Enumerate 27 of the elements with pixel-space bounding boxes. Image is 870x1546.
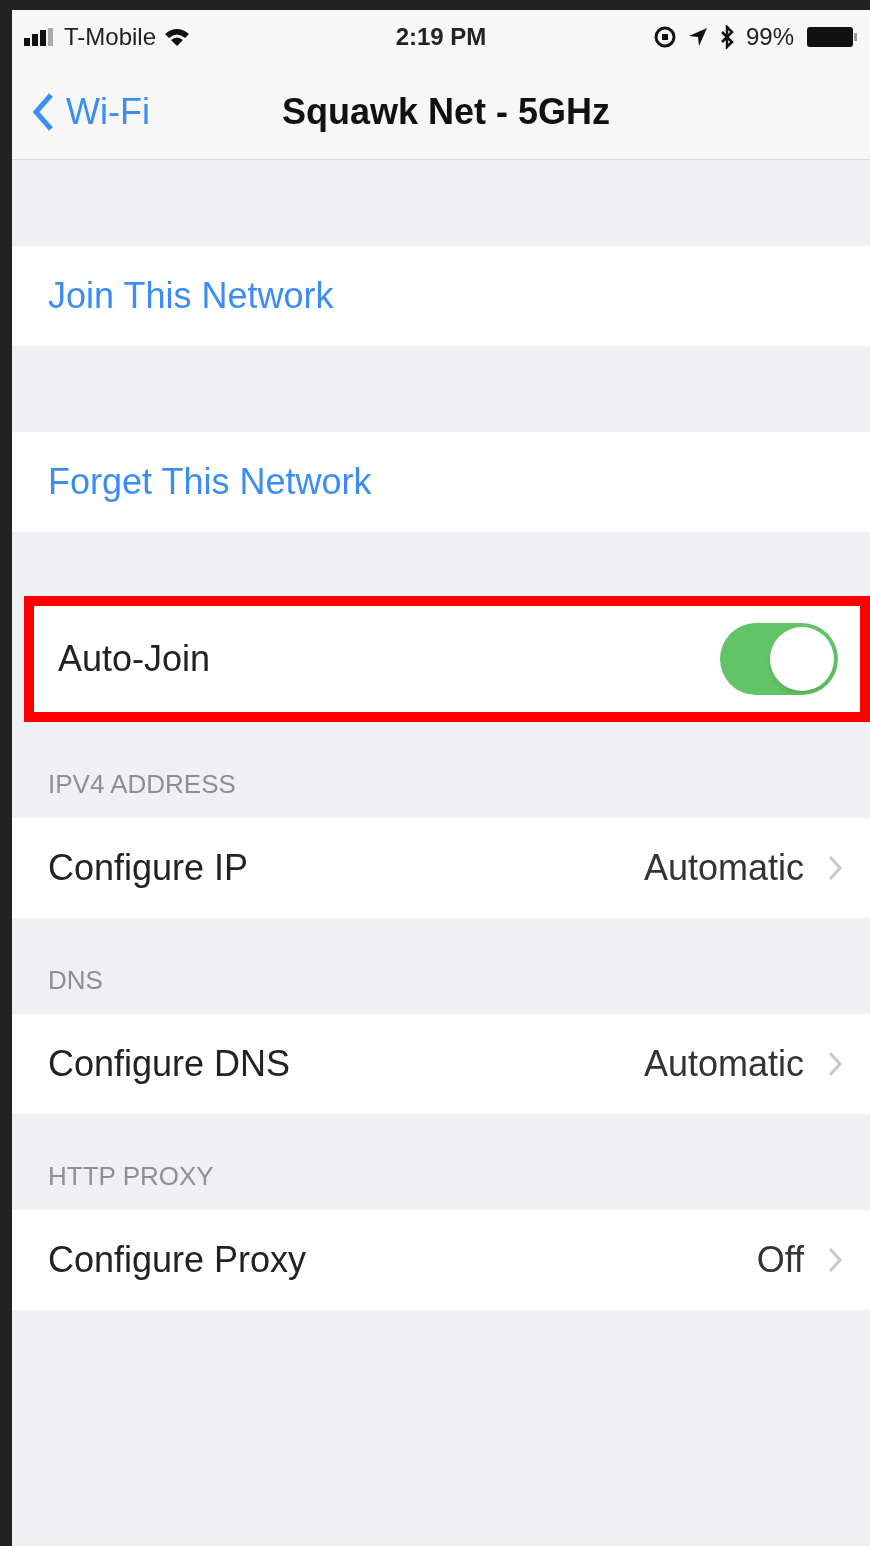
settings-row[interactable]: Configure DNS Automatic [12, 1014, 870, 1114]
wifi-icon [164, 27, 191, 47]
chevron-icon [828, 1247, 842, 1273]
settings-row[interactable]: Configure Proxy Off [12, 1210, 870, 1310]
settings-row[interactable]: Configure IP Automatic [12, 818, 870, 918]
chevron-icon [828, 1051, 842, 1077]
row-label: Configure IP [48, 846, 249, 890]
row-label: Configure DNS [48, 1042, 291, 1086]
signal-icon [24, 28, 56, 46]
back-chevron-icon [32, 92, 54, 132]
clock: 2:19 PM [395, 22, 487, 52]
rotation-lock-icon [653, 26, 676, 48]
row-value: Automatic [643, 1042, 804, 1086]
row-label: Configure Proxy [48, 1238, 307, 1282]
battery-percent: 99% [745, 22, 794, 52]
carrier-name: T-Mobile [64, 22, 157, 52]
section-header: HTTP PROXY [47, 1160, 215, 1193]
section-header: IPV4 ADDRESS [47, 768, 237, 801]
row-value: Off [756, 1238, 804, 1282]
location-icon [687, 27, 708, 47]
screen-title: Squawk Net - 5GHz [280, 90, 611, 134]
section-header: DNS [47, 964, 104, 997]
row-value: Automatic [643, 846, 804, 890]
battery-icon [806, 26, 858, 48]
bluetooth-icon [719, 25, 734, 49]
chevron-icon [828, 855, 842, 881]
row-label: Auto-Join [58, 637, 211, 681]
